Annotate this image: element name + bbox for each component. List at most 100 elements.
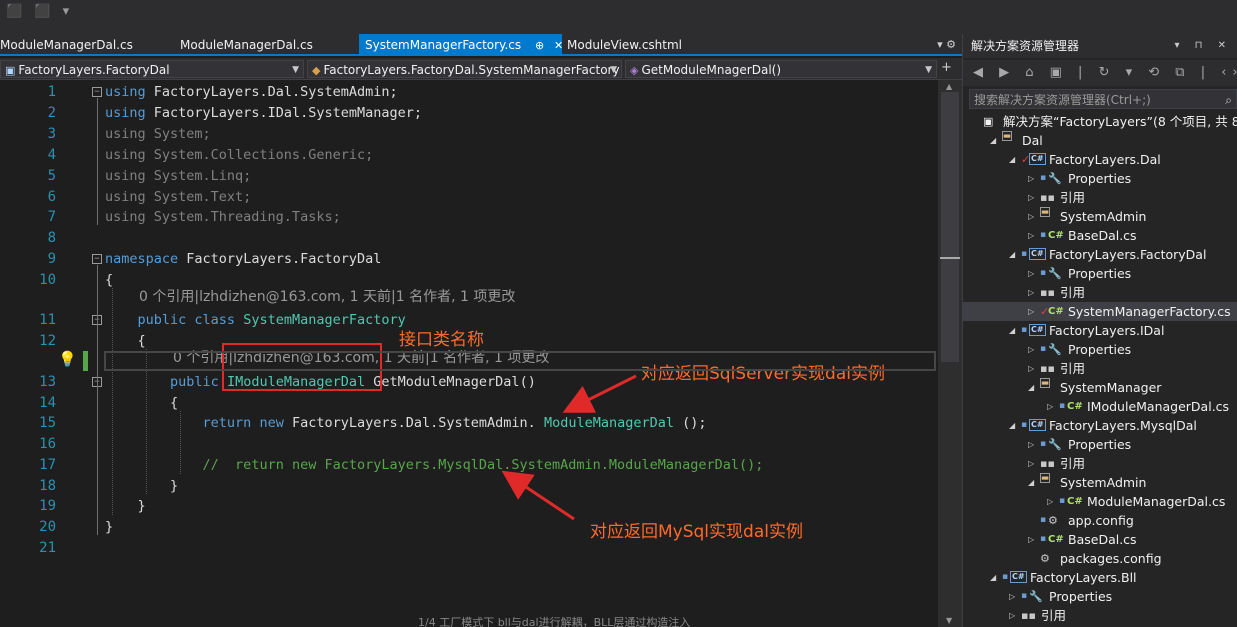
expanded-arrow-icon[interactable]: ◢ (1009, 150, 1015, 169)
arrow-to-sqlserver-line (562, 374, 637, 413)
folder-icon: ▬ (1040, 205, 1050, 218)
tree-item[interactable]: ▷ ▪ 🔧 Properties (963, 264, 1237, 283)
expanded-arrow-icon[interactable]: ◢ (990, 568, 996, 587)
tree-item-label: Properties (1068, 342, 1132, 357)
solution-explorer-title-bar: 解决方案资源管理器 ▾ ⊓ ✕ (963, 34, 1237, 58)
lock-icon: ▪ (1059, 401, 1066, 411)
collapsed-arrow-icon[interactable]: ▷ (1047, 492, 1053, 511)
tree-item[interactable]: ▷ ▬ SystemAdmin (963, 205, 1237, 226)
collapsed-arrow-icon[interactable]: ▷ (1028, 359, 1034, 378)
csharp-file-icon: C# (1067, 496, 1083, 507)
tree-item[interactable]: ◢ ▪ C# FactoryLayers.FactoryDal (963, 245, 1237, 264)
lock-icon: ▪ (1021, 591, 1028, 601)
tree-item-label: 引用 (1060, 285, 1086, 300)
solution-search-input[interactable]: 搜索解决方案资源管理器(Ctrl+;) ⌕ (969, 89, 1237, 109)
tree-item[interactable]: ▷ ▪▪ 引用 (963, 359, 1237, 378)
wrench-icon: 🔧 (1048, 343, 1062, 356)
wrench-icon: 🔧 (1048, 172, 1062, 185)
expanded-arrow-icon[interactable]: ◢ (1009, 416, 1015, 435)
wrench-icon: 🔧 (1029, 590, 1043, 603)
tree-item[interactable]: ▷ ▪▪ 引用 (963, 606, 1237, 625)
expanded-arrow-icon[interactable]: ◢ (1028, 473, 1034, 492)
tree-item[interactable]: ⚙ packages.config (963, 549, 1237, 568)
collapsed-arrow-icon[interactable]: ▷ (1028, 207, 1034, 226)
tree-item[interactable]: ▷ ▪▪ 引用 (963, 454, 1237, 473)
collapsed-arrow-icon[interactable]: ▷ (1009, 606, 1015, 625)
tree-item-label: FactoryLayers.Bll (1030, 570, 1137, 585)
tree-item-label: FactoryLayers.IDal (1049, 323, 1165, 338)
lock-icon: ▪ (1021, 249, 1028, 259)
folder-icon: ▬ (1040, 376, 1050, 389)
tree-item-label: Properties (1068, 171, 1132, 186)
search-icon[interactable]: ⌕ (1225, 90, 1232, 110)
lock-icon: ▪ (1040, 230, 1047, 240)
collapsed-arrow-icon[interactable]: ▷ (1028, 188, 1034, 207)
tree-item-label: Dal (1022, 133, 1043, 148)
collapsed-arrow-icon[interactable]: ▷ (1047, 397, 1053, 416)
config-file-icon: ⚙ (1048, 514, 1058, 527)
collapsed-arrow-icon[interactable]: ▷ (1028, 340, 1034, 359)
tree-item[interactable]: ▪ ⚙ app.config (963, 511, 1237, 530)
expanded-arrow-icon[interactable]: ◢ (990, 131, 996, 150)
lock-icon: ▪ (1002, 572, 1009, 582)
tree-item-label: IModuleManagerDal.cs (1087, 399, 1230, 414)
tree-item[interactable]: ▷ ▪ C# BaseDal.cs (963, 226, 1237, 245)
page-caption: 1/4 工厂模式下 bll与dal进行解耦，BLL层通过构造注入 (418, 616, 691, 627)
tree-item-label: SystemManager (1060, 380, 1162, 395)
tree-item-label: 解决方案“FactoryLayers”(8 个项目, 共 8 个) (1003, 114, 1237, 129)
tree-item[interactable]: ▷ ▪ C# IModuleManagerDal.cs (963, 397, 1237, 416)
lock-icon: ▪ (1040, 268, 1047, 278)
change-indicator (83, 351, 88, 371)
csharp-project-icon: C# (1029, 153, 1046, 165)
expanded-arrow-icon[interactable]: ◢ (1009, 245, 1015, 264)
lock-icon: ▪ (1040, 439, 1047, 449)
tree-item-label: 引用 (1060, 361, 1086, 376)
tree-item[interactable]: ▷ ▪ C# BaseDal.cs (963, 530, 1237, 549)
collapsed-arrow-icon[interactable]: ▷ (1009, 587, 1015, 606)
tree-item-label: FactoryLayers.FactoryDal (1049, 247, 1207, 262)
tree-item[interactable]: ▷ ▪▪ 引用 (963, 283, 1237, 302)
lock-icon: ▪ (1040, 173, 1047, 183)
collapsed-arrow-icon[interactable]: ▷ (1028, 283, 1034, 302)
tree-item[interactable]: ◢ ▪ C# FactoryLayers.MysqlDal (963, 416, 1237, 435)
tree-item[interactable]: ◢ ▪ C# FactoryLayers.IDal (963, 321, 1237, 340)
solution-search-placeholder: 搜索解决方案资源管理器(Ctrl+;) (974, 93, 1151, 107)
collapsed-arrow-icon[interactable]: ▷ (1028, 530, 1034, 549)
collapsed-arrow-icon[interactable]: ▷ (1028, 264, 1034, 283)
tree-item-label: FactoryLayers.MysqlDal (1049, 418, 1197, 433)
wrench-icon: 🔧 (1048, 438, 1062, 451)
tree-item[interactable]: ◢ ▬ SystemManager (963, 376, 1237, 397)
collapsed-arrow-icon[interactable]: ▷ (1028, 454, 1034, 473)
tree-item[interactable]: ▷ ▪ 🔧 Properties (963, 340, 1237, 359)
expanded-arrow-icon[interactable]: ◢ (1028, 378, 1034, 397)
config-file-icon: ⚙ (1040, 552, 1050, 565)
lock-icon: ▪ (1040, 534, 1047, 544)
solution-icon: ▣ (983, 115, 994, 128)
collapsed-arrow-icon[interactable]: ▷ (1028, 435, 1034, 454)
tree-item-label: 引用 (1060, 190, 1086, 205)
tree-item[interactable]: ▷ ▪ C# ModuleManagerDal.cs (963, 492, 1237, 511)
collapsed-arrow-icon[interactable]: ▷ (1028, 169, 1034, 188)
tree-item-label: ModuleManagerDal.cs (1087, 494, 1226, 509)
pane-controls-icon[interactable]: ▾ ⊓ ✕ (1174, 34, 1232, 58)
solution-explorer-toolbar[interactable]: ◀ ▶ ⌂ ▣ | ↻ ▾ ⟲ ⧉ | ‹› 🔧 — (963, 60, 1237, 86)
references-icon: ▪▪ (1021, 609, 1036, 622)
collapsed-arrow-icon[interactable]: ▷ (1028, 302, 1034, 321)
tree-item[interactable]: ◢ ▪ C# FactoryLayers.Bll (963, 568, 1237, 587)
collapsed-arrow-icon[interactable]: ▷ (1028, 226, 1034, 245)
tree-item[interactable]: ▷ ✓ C# SystemManagerFactory.cs (963, 302, 1237, 321)
tree-item-label: SystemAdmin (1060, 209, 1147, 224)
tree-item[interactable]: ▷ ▪ 🔧 Properties (963, 169, 1237, 188)
lock-icon: ▪ (1021, 325, 1028, 335)
tree-item-label: packages.config (1060, 551, 1162, 566)
lightbulb-icon[interactable]: 💡 (58, 350, 77, 368)
tree-item[interactable]: ▷ ▪▪ 引用 (963, 188, 1237, 207)
expanded-arrow-icon[interactable]: ◢ (1009, 321, 1015, 340)
tree-item[interactable]: ◢ ▬ Dal (963, 130, 1237, 150)
tree-item-label: SystemManagerFactory.cs (1068, 304, 1231, 319)
tree-item[interactable]: ◢ ✓ C# FactoryLayers.Dal (963, 150, 1237, 169)
tree-item[interactable]: ◢ ▬ SystemAdmin (963, 472, 1237, 492)
tree-item[interactable]: ▷ ▪ 🔧 Properties (963, 587, 1237, 606)
tree-item-label: Properties (1049, 589, 1113, 604)
tree-item[interactable]: ▷ ▪ 🔧 Properties (963, 435, 1237, 454)
